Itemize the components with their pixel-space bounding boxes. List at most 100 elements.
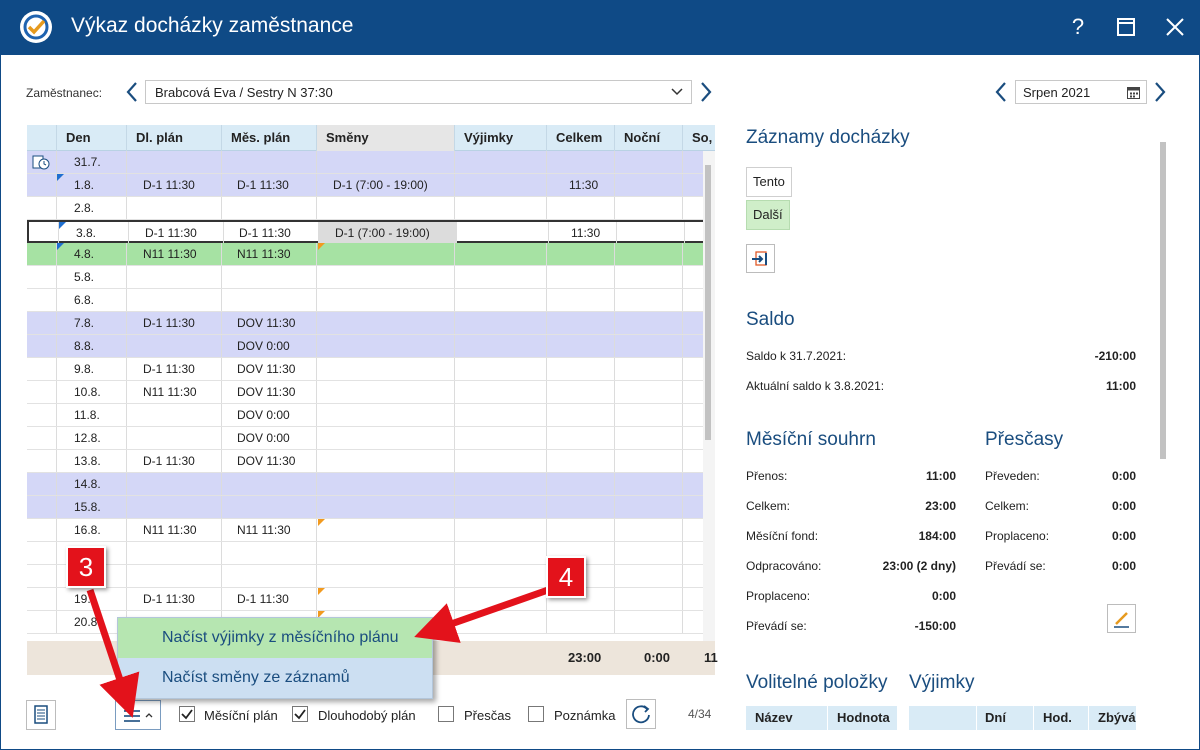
cell-den[interactable]: 10.8. (57, 381, 127, 403)
side-scrollbar[interactable] (1158, 125, 1169, 727)
cell-nocni[interactable] (615, 151, 683, 173)
vyj-col-dni[interactable]: Dní (977, 706, 1034, 730)
row-icon-cell[interactable] (27, 427, 57, 449)
cell-vyjimky[interactable] (455, 565, 547, 587)
dalsi-button[interactable]: Další (746, 200, 790, 230)
cell-vyjimky[interactable] (455, 358, 547, 380)
row-icon-cell[interactable] (27, 404, 57, 426)
cell-dl-plan[interactable] (127, 197, 222, 219)
cell-nocni[interactable] (615, 335, 683, 357)
cell-mes-plan[interactable]: DOV 11:30 (222, 381, 317, 403)
cell-smeny[interactable] (317, 243, 455, 265)
cell-dl-plan[interactable] (127, 496, 222, 518)
cell-vyjimky[interactable] (455, 266, 547, 288)
cell-celkem[interactable] (547, 266, 615, 288)
cell-mes-plan[interactable] (222, 565, 317, 587)
cell-nocni[interactable] (615, 427, 683, 449)
table-row[interactable]: 10.8. N11 11:30 DOV 11:30 (27, 381, 713, 404)
row-icon-cell[interactable] (27, 335, 57, 357)
cell-vyjimky[interactable] (455, 289, 547, 311)
tento-button[interactable]: Tento (746, 167, 792, 197)
edit-button[interactable] (1107, 604, 1136, 633)
cell-dl-plan[interactable]: N11 11:30 (127, 243, 222, 265)
cell-mes-plan[interactable]: DOV 11:30 (222, 450, 317, 472)
cell-den[interactable]: 5.8. (57, 266, 127, 288)
cell-celkem[interactable] (547, 404, 615, 426)
cell-smeny[interactable] (317, 358, 455, 380)
report-button[interactable] (26, 700, 56, 730)
cell-celkem[interactable] (547, 312, 615, 334)
cell-nocni[interactable] (615, 588, 683, 610)
cell-smeny[interactable] (317, 473, 455, 495)
cell-dl-plan[interactable]: N11 11:30 (127, 519, 222, 541)
menu-dropdown-button[interactable] (115, 700, 161, 730)
cell-mes-plan[interactable] (222, 266, 317, 288)
cell-den[interactable]: 31.7. (57, 151, 127, 173)
cell-den[interactable]: 8.8. (57, 335, 127, 357)
cell-den[interactable]: 6.8. (57, 289, 127, 311)
column-header-celkem[interactable]: Celkem (547, 125, 615, 151)
menu-item-nacist-vyjimky[interactable]: Načíst výjimky z měsíčního plánu (118, 618, 432, 658)
cell-dl-plan[interactable]: N11 11:30 (127, 381, 222, 403)
cell-mes-plan[interactable] (222, 473, 317, 495)
cell-nocni[interactable] (615, 404, 683, 426)
grid-scrollbar-thumb[interactable] (705, 165, 711, 440)
cell-smeny[interactable] (317, 197, 455, 219)
cell-den[interactable]: 11.8. (57, 404, 127, 426)
cell-dl-plan[interactable] (127, 335, 222, 357)
help-button[interactable]: ? (1063, 12, 1093, 42)
cell-celkem[interactable] (547, 381, 615, 403)
cell-smeny[interactable] (317, 151, 455, 173)
cell-celkem[interactable]: 11:30 (547, 174, 615, 196)
cell-den[interactable]: 9.8. (57, 358, 127, 380)
row-icon-cell[interactable] (27, 473, 57, 495)
cell-dl-plan[interactable]: D-1 11:30 (127, 174, 222, 196)
cell-mes-plan[interactable]: DOV 0:00 (222, 427, 317, 449)
cell-celkem[interactable] (547, 243, 615, 265)
cell-smeny[interactable] (317, 289, 455, 311)
checkbox-dlouhodoby-plan[interactable] (292, 706, 308, 722)
cell-celkem[interactable] (547, 151, 615, 173)
cell-celkem[interactable]: 11:30 (549, 222, 617, 244)
cell-vyjimky[interactable] (455, 588, 547, 610)
cell-vyjimky[interactable] (455, 450, 547, 472)
cell-vyjimky[interactable] (455, 197, 547, 219)
checkbox-poznamka[interactable] (528, 706, 544, 722)
column-header-vyjimky[interactable]: Výjimky (455, 125, 547, 151)
cell-nocni[interactable] (615, 611, 683, 633)
cell-den[interactable]: 7.8. (57, 312, 127, 334)
table-row[interactable]: 3.8. D-1 11:30 D-1 11:30 D-1 (7:00 - 19:00)… (27, 220, 715, 244)
grid-scrollbar[interactable] (703, 151, 715, 641)
cell-den[interactable]: 12.8. (57, 427, 127, 449)
table-row[interactable]: 13.8. D-1 11:30 DOV 11:30 (27, 450, 713, 473)
employee-select[interactable]: Brabcová Eva / Sestry N 37:30 (145, 80, 692, 104)
table-row[interactable] (27, 565, 713, 588)
cell-vyjimky[interactable] (455, 312, 547, 334)
row-icon-cell[interactable] (27, 266, 57, 288)
table-row[interactable]: 19. D-1 11:30 D-1 11:30 (27, 588, 713, 611)
column-header-den[interactable]: Den (57, 125, 127, 151)
cell-nocni[interactable] (615, 312, 683, 334)
cell-smeny[interactable] (317, 427, 455, 449)
table-row[interactable]: 8.8. DOV 0:00 (27, 335, 713, 358)
prev-employee-icon[interactable] (124, 81, 140, 103)
cell-celkem[interactable] (547, 335, 615, 357)
cell-vyjimky[interactable] (455, 496, 547, 518)
cell-celkem[interactable] (547, 473, 615, 495)
cell-den[interactable]: 14.8. (57, 473, 127, 495)
cell-mes-plan[interactable]: DOV 11:30 (222, 312, 317, 334)
maximize-button[interactable] (1111, 12, 1141, 42)
cell-mes-plan[interactable]: N11 11:30 (222, 519, 317, 541)
row-icon-cell[interactable] (27, 197, 57, 219)
side-scrollbar-thumb[interactable] (1160, 142, 1166, 459)
month-select[interactable]: Srpen 2021 (1015, 80, 1147, 104)
row-icon-cell[interactable] (27, 243, 57, 265)
row-icon-cell[interactable] (27, 289, 57, 311)
cell-mes-plan[interactable]: D-1 11:30 (224, 222, 319, 244)
cell-vyjimky[interactable] (455, 381, 547, 403)
cell-smeny[interactable] (317, 496, 455, 518)
cell-vyjimky[interactable] (455, 611, 547, 633)
row-icon-cell[interactable] (27, 496, 57, 518)
cell-den[interactable]: 4.8. (57, 243, 127, 265)
table-row[interactable]: 31.7. (27, 151, 713, 174)
